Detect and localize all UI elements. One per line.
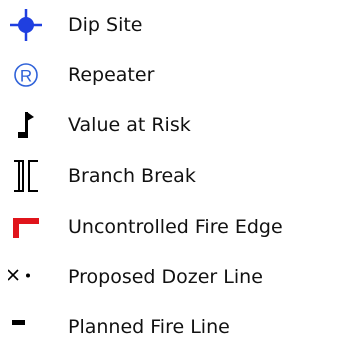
legend-label: Branch Break	[68, 165, 196, 187]
map-legend: Dip Site R Repeater Value at Risk Branch…	[0, 0, 343, 360]
legend-item-planned-fire-line: Planned Fire Line	[0, 307, 343, 347]
repeater-icon: R	[8, 55, 44, 95]
dip-site-icon	[8, 5, 44, 45]
proposed-dozer-line-icon	[8, 257, 44, 297]
planned-fire-line-icon	[8, 307, 44, 347]
legend-item-proposed-dozer-line: Proposed Dozer Line	[0, 257, 343, 297]
legend-item-dip-site: Dip Site	[0, 5, 343, 45]
legend-label: Uncontrolled Fire Edge	[68, 216, 283, 238]
value-at-risk-icon	[8, 105, 44, 145]
legend-item-repeater: R Repeater	[0, 55, 343, 95]
legend-item-uncontrolled-fire-edge: Uncontrolled Fire Edge	[0, 207, 343, 247]
legend-label: Proposed Dozer Line	[68, 266, 263, 288]
legend-label: Value at Risk	[68, 114, 191, 136]
legend-label: Planned Fire Line	[68, 316, 230, 338]
svg-text:R: R	[20, 67, 32, 86]
branch-break-icon	[8, 156, 44, 196]
legend-item-branch-break: Branch Break	[0, 156, 343, 196]
legend-item-value-at-risk: Value at Risk	[0, 105, 343, 145]
legend-label: Repeater	[68, 64, 155, 86]
uncontrolled-fire-edge-icon	[8, 207, 44, 247]
legend-label: Dip Site	[68, 14, 143, 36]
